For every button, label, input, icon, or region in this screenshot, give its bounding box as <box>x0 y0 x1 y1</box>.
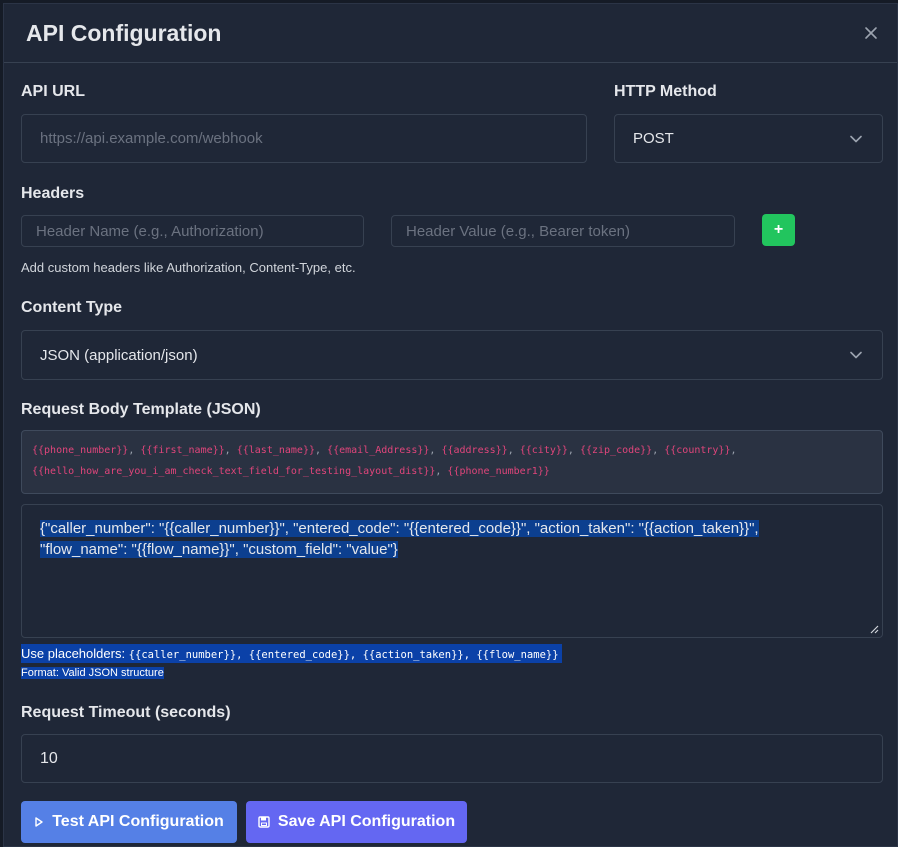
placeholder-row-1: {{phone_number}}, {{first_name}}, {{last… <box>32 445 737 456</box>
api-configuration-modal: API Configuration API URL HTTP Method PO… <box>3 3 898 847</box>
http-method-value: POST <box>633 130 674 147</box>
test-api-button[interactable]: Test API Configuration <box>21 801 237 843</box>
plus-icon: + <box>773 221 784 238</box>
placeholder-chip[interactable]: {{city}} <box>520 445 568 456</box>
chevron-down-icon <box>850 348 864 362</box>
placeholder-chip[interactable]: {{hello_how_are_you_i_am_check_text_fiel… <box>32 466 435 477</box>
test-api-label: Test API Configuration <box>52 813 224 830</box>
timeout-input[interactable] <box>21 734 883 783</box>
save-icon <box>258 816 270 828</box>
content-type-select[interactable]: JSON (application/json) <box>21 330 883 380</box>
api-url-label: API URL <box>21 83 85 100</box>
content-type-label: Content Type <box>21 299 123 316</box>
resize-grip-icon[interactable] <box>869 624 879 634</box>
headers-label: Headers <box>21 185 85 202</box>
modal-header: API Configuration <box>4 4 897 63</box>
header-name-input[interactable] <box>21 215 364 247</box>
chevron-down-icon <box>850 132 864 146</box>
save-api-button[interactable]: Save API Configuration <box>246 801 467 843</box>
http-method-label: HTTP Method <box>614 83 717 100</box>
placeholder-row-2: {{hello_how_are_you_i_am_check_text_fiel… <box>32 466 550 477</box>
format-note: Format: Valid JSON structure <box>21 667 164 679</box>
add-header-button[interactable]: + <box>762 214 795 246</box>
placeholder-chip[interactable]: {{email_Address}} <box>327 445 429 456</box>
placeholder-chip[interactable]: {{phone_number1}} <box>447 466 549 477</box>
headers-help-text: Add custom headers like Authorization, C… <box>21 260 356 275</box>
request-body-label: Request Body Template (JSON) <box>21 401 261 418</box>
placeholder-chip[interactable]: {{phone_number}} <box>32 445 128 456</box>
help-placeholder-codes: {{caller_number}}, {{entered_code}}, {{a… <box>128 649 559 661</box>
save-api-label: Save API Configuration <box>277 813 456 830</box>
request-body-textarea[interactable]: {"caller_number": "{{caller_number}}", "… <box>21 504 883 638</box>
header-value-input[interactable] <box>391 215 735 247</box>
placeholder-chip[interactable]: {{address}} <box>441 445 507 456</box>
template-line-1: {"caller_number": "{{caller_number}}", "… <box>40 520 759 537</box>
api-url-input[interactable] <box>21 114 587 163</box>
play-icon <box>35 817 43 827</box>
placeholder-chips: {{phone_number}}, {{first_name}}, {{last… <box>21 430 883 494</box>
timeout-label: Request Timeout (seconds) <box>21 704 231 721</box>
content-type-value: JSON (application/json) <box>40 346 198 364</box>
http-method-select[interactable]: POST <box>614 114 883 163</box>
template-line-2: "flow_name": "{{flow_name}}", "custom_fi… <box>40 541 398 558</box>
close-icon[interactable] <box>859 21 883 45</box>
placeholder-chip[interactable]: {{country}} <box>664 445 730 456</box>
placeholder-chip[interactable]: {{last_name}} <box>237 445 315 456</box>
help-prefix: Use placeholders: <box>21 646 129 661</box>
request-body-help: Use placeholders: {{caller_number}}, {{e… <box>21 644 563 663</box>
placeholder-chip[interactable]: {{zip_code}} <box>580 445 652 456</box>
modal-title: API Configuration <box>26 19 222 46</box>
placeholder-chip[interactable]: {{first_name}} <box>140 445 224 456</box>
